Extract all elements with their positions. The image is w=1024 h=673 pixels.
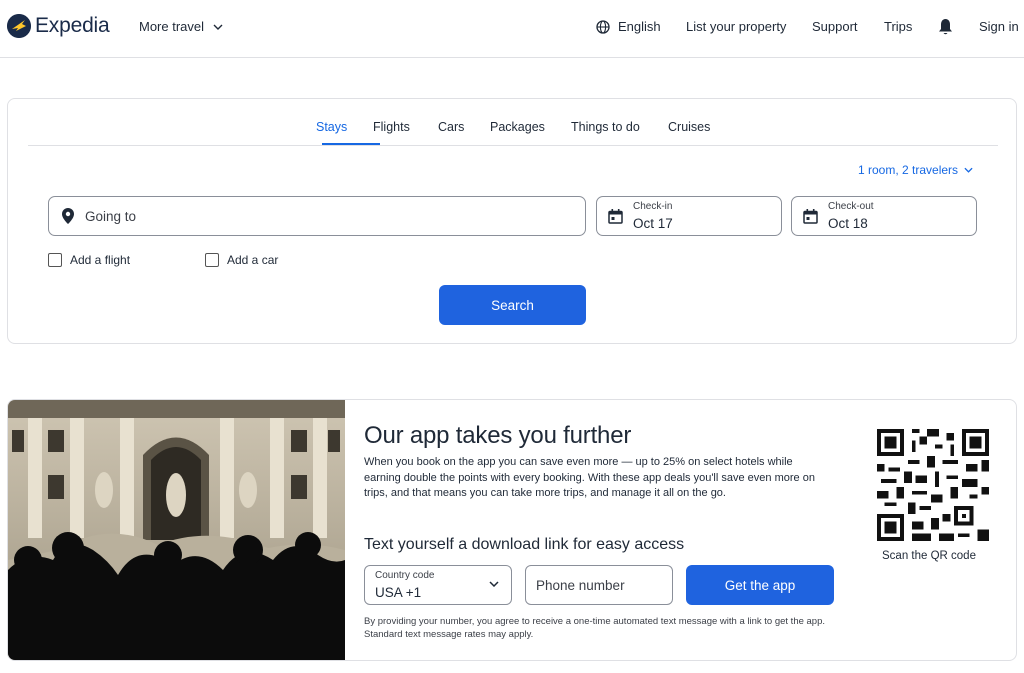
checkbox-box[interactable] [205, 253, 219, 267]
app-promo-card: Our app takes you further When you book … [7, 399, 1017, 661]
chevron-down-icon [964, 167, 973, 173]
app-promo-description: When you book on the app you can save ev… [364, 456, 815, 499]
checkout-field[interactable]: Check-out Oct 18 [791, 196, 977, 236]
calendar-icon [608, 209, 623, 224]
checkin-field[interactable]: Check-in Oct 17 [596, 196, 782, 236]
tab-packages[interactable]: Packages [490, 120, 545, 134]
checkbox-box[interactable] [48, 253, 62, 267]
search-tabs: Stays Flights Cars Packages Things to do… [28, 99, 998, 146]
app-promo-subtitle: Text yourself a download link for easy a… [364, 536, 685, 553]
sms-disclaimer: By providing your number, you agree to r… [364, 616, 826, 640]
language-selector[interactable]: English [618, 19, 661, 34]
checkin-label: Check-in [633, 201, 673, 212]
qr-code-icon [877, 429, 989, 541]
more-travel-label: More travel [139, 19, 205, 34]
expedia-logo-icon [7, 14, 31, 38]
checkin-value: Oct 17 [633, 216, 673, 231]
qr-code-label: Scan the QR code [882, 550, 976, 562]
bell-icon[interactable] [938, 18, 953, 36]
brand-name: Expedia [35, 14, 110, 37]
checkout-label: Check-out [828, 201, 874, 212]
chevron-down-icon [489, 581, 499, 587]
support-link[interactable]: Support [812, 19, 858, 34]
tab-things-to-do[interactable]: Things to do [571, 120, 640, 134]
add-flight-label: Add a flight [70, 253, 131, 267]
trips-link[interactable]: Trips [884, 19, 912, 34]
more-travel-menu[interactable]: More travel [139, 19, 223, 34]
add-car-label: Add a car [227, 253, 279, 267]
search-button[interactable]: Search [439, 285, 586, 325]
site-header: Expedia More travel English List your pr… [0, 0, 1024, 58]
list-property-link[interactable]: List your property [686, 19, 786, 34]
destination-field[interactable]: Going to [48, 196, 586, 236]
travelers-selector[interactable]: 1 room, 2 travelers [858, 163, 973, 177]
tab-stays[interactable]: Stays [316, 120, 347, 134]
phone-number-input[interactable] [525, 565, 673, 605]
country-code-value: USA +1 [375, 585, 422, 600]
destination-placeholder: Going to [85, 209, 137, 224]
sign-in-link[interactable]: Sign in [979, 19, 1019, 34]
calendar-icon [803, 209, 818, 224]
active-tab-indicator [322, 143, 380, 145]
search-card: Stays Flights Cars Packages Things to do… [7, 98, 1017, 344]
add-car-checkbox[interactable]: Add a car [205, 253, 278, 267]
expedia-logo[interactable]: Expedia [7, 14, 110, 38]
chevron-down-icon [213, 24, 223, 30]
tab-cars[interactable]: Cars [438, 120, 464, 134]
add-flight-checkbox[interactable]: Add a flight [48, 253, 130, 267]
location-pin-icon [62, 208, 74, 224]
travelers-label: 1 room, 2 travelers [858, 163, 959, 177]
globe-icon [596, 20, 610, 34]
get-app-button[interactable]: Get the app [686, 565, 834, 605]
country-code-select[interactable]: Country code USA +1 [364, 565, 512, 605]
trevi-fountain-photo [8, 400, 345, 660]
checkout-value: Oct 18 [828, 216, 868, 231]
tab-flights[interactable]: Flights [373, 120, 410, 134]
country-code-label: Country code [375, 570, 435, 581]
app-promo-title: Our app takes you further [364, 422, 632, 449]
tab-cruises[interactable]: Cruises [668, 120, 710, 134]
